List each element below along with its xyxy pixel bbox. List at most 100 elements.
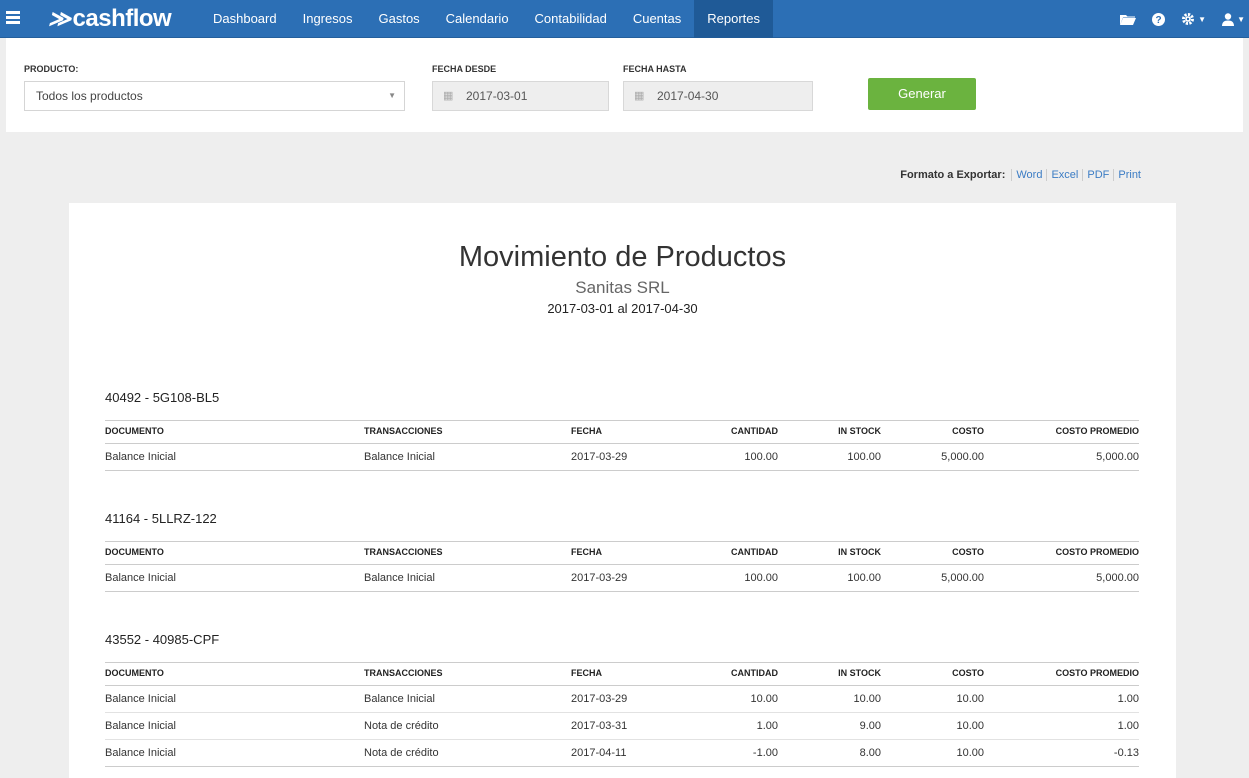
cell-cantidad: 100.00 [744,451,778,463]
cell-fecha: 2017-03-29 [571,572,628,584]
export-excel-link[interactable]: Excel [1046,169,1082,181]
export-word-link[interactable]: Word [1011,169,1046,181]
calendar-icon: ▦ [634,90,645,102]
cell-transacciones: Nota de crédito [364,747,439,759]
filter-panel: PRODUCTO: Todos los productos ▼ FECHA DE… [6,38,1243,132]
product-title: 41164 - 5LLRZ-122 [105,511,217,526]
cell-costo-promedio: 5,000.00 [1096,572,1139,584]
col-cantidad: CANTIDAD [731,547,778,557]
cell-cantidad: 100.00 [744,572,778,584]
col-costo: COSTO [952,547,984,557]
producto-select-value: Todos los productos [36,89,143,103]
col-costo-promedio: COSTO PROMEDIO [1055,668,1139,678]
export-bar: Formato a Exportar: Word Excel PDF Print [900,169,1145,181]
col-documento: DOCUMENTO [105,426,164,436]
table-row: Balance Inicial Balance Inicial 2017-03-… [105,444,1139,471]
nav-right-icons: ? ▼ ▼ [1104,0,1245,38]
top-navbar: ≫ cashflow Dashboard Ingresos Gastos Cal… [0,0,1249,38]
cell-in-stock: 100.00 [847,572,881,584]
cell-costo-promedio: 1.00 [1117,693,1139,705]
cell-costo: 5,000.00 [941,572,984,584]
col-costo-promedio: COSTO PROMEDIO [1055,426,1139,436]
fecha-hasta-input[interactable]: ▦ 2017-04-30 [623,81,813,111]
cell-costo-promedio: -0.13 [1113,747,1139,759]
chevron-down-icon: ▼ [388,91,396,100]
gear-icon[interactable]: ▼ [1181,12,1206,26]
cell-transacciones: Nota de crédito [364,720,439,732]
cell-costo-promedio: 5,000.00 [1096,451,1139,463]
product-title: 40492 - 5G108-BL5 [105,390,220,405]
table-row: Balance Inicial Balance Inicial 2017-03-… [105,565,1139,592]
col-transacciones: TRANSACCIONES [364,547,443,557]
product-table: DOCUMENTO TRANSACCIONES FECHA CANTIDAD I… [105,420,1139,471]
col-in-stock: IN STOCK [838,547,881,557]
col-fecha: FECHA [571,668,602,678]
cell-in-stock: 100.00 [847,451,881,463]
cell-costo-promedio: 1.00 [1117,720,1139,732]
col-costo: COSTO [952,668,984,678]
fecha-hasta-label: FECHA HASTA [623,64,687,74]
cell-transacciones: Balance Inicial [364,572,435,584]
nav-ingresos[interactable]: Ingresos [290,0,366,38]
user-icon[interactable]: ▼ [1222,12,1245,26]
report-date-range: 2017-03-01 al 2017-04-30 [547,301,698,316]
nav-dashboard[interactable]: Dashboard [200,0,290,38]
col-fecha: FECHA [571,547,602,557]
cell-in-stock: 10.00 [853,693,881,705]
cell-in-stock: 8.00 [859,747,881,759]
chevron-down-icon: ▼ [1237,14,1245,24]
report-title: Movimiento de Productos [458,241,787,273]
col-cantidad: CANTIDAD [731,668,778,678]
cell-transacciones: Balance Inicial [364,693,435,705]
cell-costo: 10.00 [956,747,984,759]
col-documento: DOCUMENTO [105,668,164,678]
producto-label: PRODUCTO: [24,64,79,74]
nav-calendario[interactable]: Calendario [433,0,522,38]
cell-cantidad: -1.00 [752,747,778,759]
cell-documento: Balance Inicial [105,720,176,732]
col-costo-promedio: COSTO PROMEDIO [1055,547,1139,557]
product-table: DOCUMENTO TRANSACCIONES FECHA CANTIDAD I… [105,541,1139,592]
nav-reportes[interactable]: Reportes [694,0,773,38]
export-pdf-link[interactable]: PDF [1082,169,1113,181]
cell-costo: 10.00 [956,720,984,732]
cell-in-stock: 9.00 [859,720,881,732]
table-row: Balance Inicial Balance Inicial 2017-03-… [105,686,1139,713]
cell-transacciones: Balance Inicial [364,451,435,463]
cell-fecha: 2017-03-29 [571,451,628,463]
producto-select[interactable]: Todos los productos ▼ [24,81,405,111]
chevron-down-icon: ▼ [1198,14,1207,24]
cell-costo: 5,000.00 [941,451,984,463]
logo-text: cashflow [72,5,172,32]
svg-text:?: ? [1156,15,1162,26]
generar-button[interactable]: Generar [868,78,976,110]
export-print-link[interactable]: Print [1113,169,1145,181]
cell-documento: Balance Inicial [105,451,176,463]
table-header: DOCUMENTO TRANSACCIONES FECHA CANTIDAD I… [105,662,1139,686]
help-icon[interactable]: ? [1152,12,1166,26]
fecha-desde-value: 2017-03-01 [466,89,528,103]
cell-fecha: 2017-04-11 [571,747,627,759]
cell-costo: 10.00 [956,693,984,705]
cell-fecha: 2017-03-29 [571,693,628,705]
table-header: DOCUMENTO TRANSACCIONES FECHA CANTIDAD I… [105,420,1139,444]
logo-mark-icon: ≫ [48,6,71,31]
product-title: 43552 - 40985-CPF [105,632,220,647]
report-card: Movimiento de Productos Sanitas SRL 2017… [69,203,1176,778]
table-row: Balance Inicial Nota de crédito 2017-04-… [105,740,1139,767]
hamburger-icon[interactable] [6,11,20,25]
nav-contabilidad[interactable]: Contabilidad [522,0,620,38]
col-documento: DOCUMENTO [105,547,164,557]
fecha-desde-input[interactable]: ▦ 2017-03-01 [432,81,609,111]
nav-gastos[interactable]: Gastos [365,0,432,38]
col-in-stock: IN STOCK [838,426,881,436]
fecha-hasta-value: 2017-04-30 [657,89,719,103]
folder-icon[interactable] [1120,13,1137,26]
nav-cuentas[interactable]: Cuentas [620,0,694,38]
cell-documento: Balance Inicial [105,572,176,584]
table-row: Balance Inicial Nota de crédito 2017-03-… [105,713,1139,740]
app-logo[interactable]: ≫ cashflow [48,5,172,33]
col-costo: COSTO [952,426,984,436]
col-in-stock: IN STOCK [838,668,881,678]
calendar-icon: ▦ [443,90,454,102]
